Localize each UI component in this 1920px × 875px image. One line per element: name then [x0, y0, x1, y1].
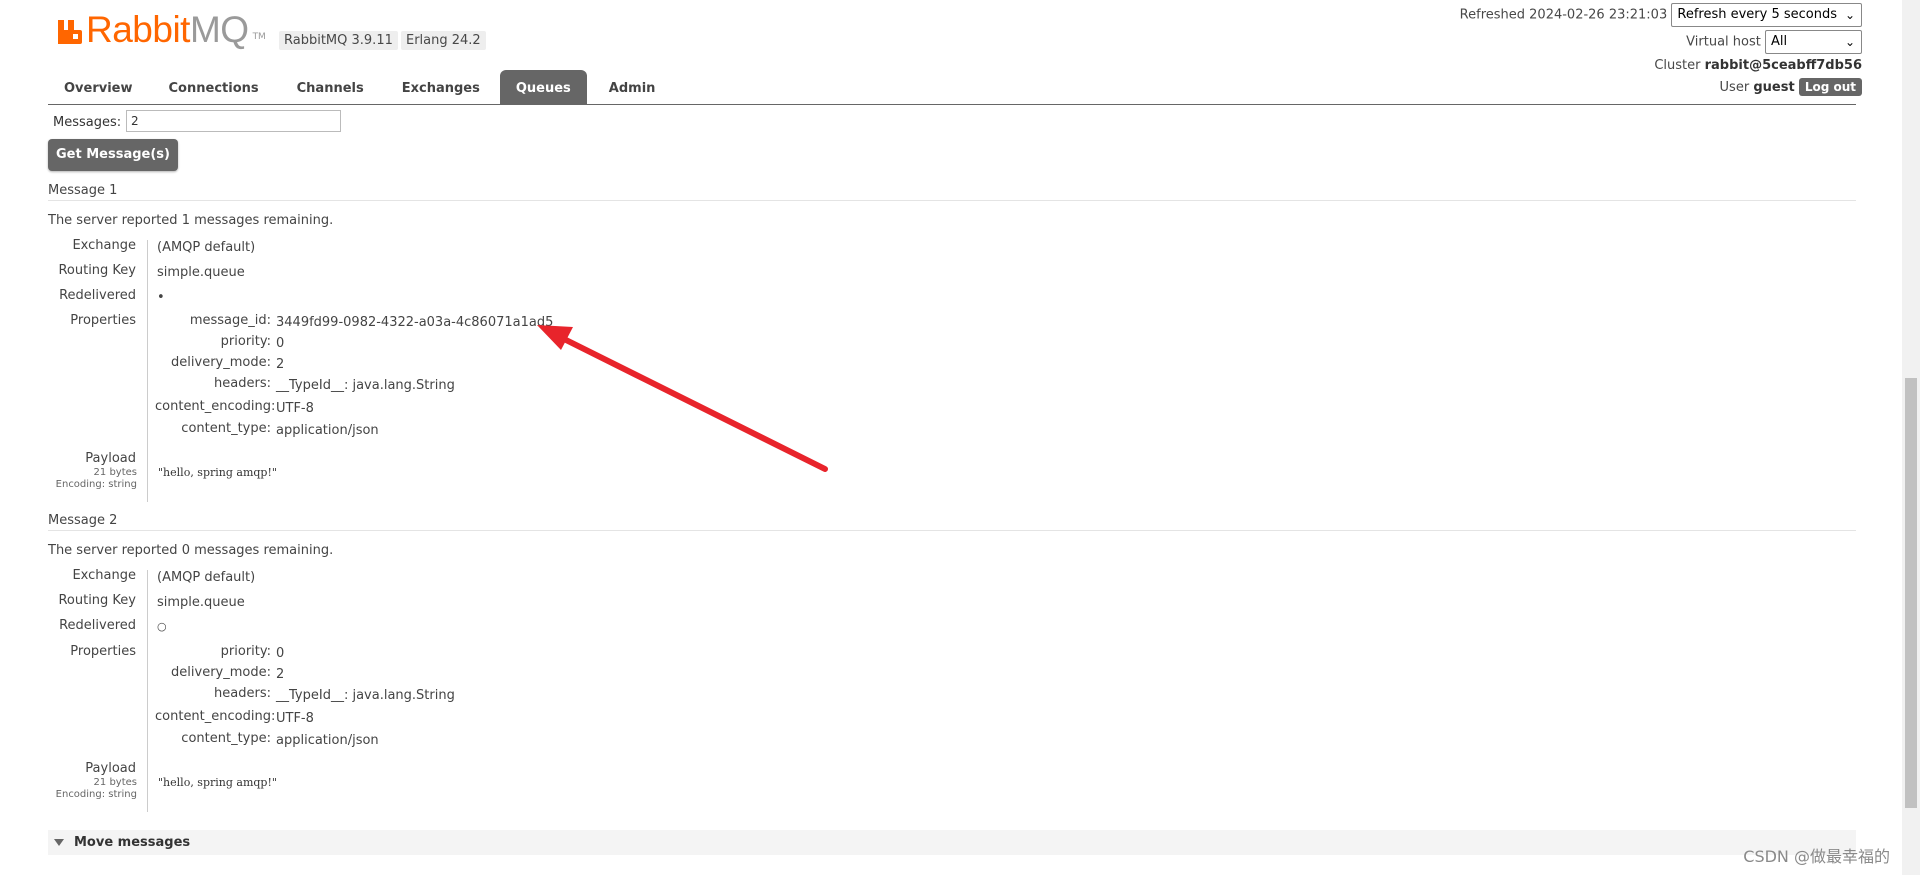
annotation-arrow-icon — [537, 325, 828, 472]
scrollbar-thumb[interactable] — [1905, 378, 1917, 808]
watermark: CSDN @做最幸福的 — [1743, 847, 1890, 866]
